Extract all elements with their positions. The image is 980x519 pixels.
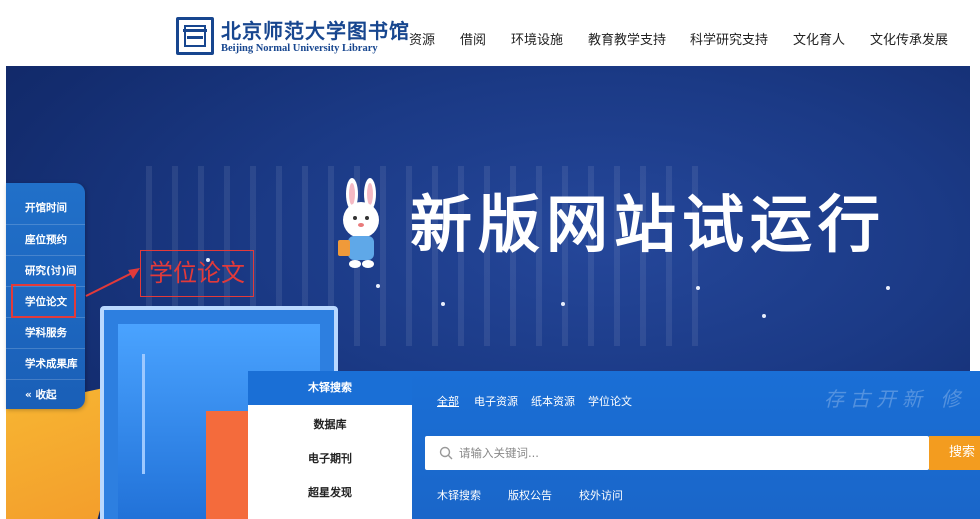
nav-teaching-support[interactable]: 教育教学支持: [588, 29, 666, 48]
link-copyright-notice[interactable]: 版权公告: [508, 487, 552, 503]
filter-print[interactable]: 纸本资源: [531, 393, 575, 409]
rabbit-mascot-icon: [338, 178, 379, 268]
library-seal-icon: [176, 17, 214, 55]
star-decor: [441, 302, 445, 306]
nav-facilities[interactable]: 环境设施: [511, 29, 563, 48]
nav-culture-heritage[interactable]: 文化传承发展: [870, 29, 948, 48]
logo-english-name: Beijing Normal University Library: [221, 43, 378, 54]
filter-electronic[interactable]: 电子资源: [474, 393, 518, 409]
banner-slogan: 新版网站试运行: [410, 188, 887, 261]
tab-databases[interactable]: 数据库: [248, 408, 412, 442]
search-input[interactable]: [459, 436, 919, 470]
nav-culture-education[interactable]: 文化育人: [793, 29, 845, 48]
filter-thesis[interactable]: 学位论文: [588, 393, 632, 409]
search-source-tabs: 木铎搜索 数据库 电子期刊 超星发现: [248, 371, 412, 519]
star-decor: [762, 314, 766, 318]
thesis-callout-label: 学位论文: [140, 250, 254, 297]
filter-all[interactable]: 全部: [437, 393, 459, 409]
link-offcampus-access[interactable]: 校外访问: [579, 487, 623, 503]
side-collapse-button[interactable]: « 收起: [6, 379, 85, 410]
star-decor: [696, 286, 700, 290]
star-decor: [561, 302, 565, 306]
site-header: 北京师范大学图书馆 Beijing Normal University Libr…: [0, 0, 980, 66]
nav-resources[interactable]: 资源: [409, 29, 435, 48]
library-logo[interactable]: 北京师范大学图书馆 Beijing Normal University Libr…: [176, 17, 409, 59]
star-decor: [376, 284, 380, 288]
nav-borrowing[interactable]: 借阅: [460, 29, 486, 48]
search-button[interactable]: 搜索: [929, 436, 980, 470]
logo-chinese-name: 北京师范大学图书馆: [221, 19, 410, 43]
side-item-study-room[interactable]: 研究(讨)间: [6, 255, 85, 286]
search-box: [425, 436, 929, 470]
side-item-seat-booking[interactable]: 座位预约: [6, 224, 85, 255]
callout-arrow-icon: [85, 268, 140, 297]
search-icon: [439, 446, 453, 460]
link-muduo-search[interactable]: 木铎搜索: [437, 487, 481, 503]
star-decor: [886, 286, 890, 290]
side-item-research-repository[interactable]: 学术成果库: [6, 348, 85, 379]
search-panel: 全部 电子资源 纸本资源 学位论文 存古开新 修 搜索 木铎搜索 版权公告 校外…: [412, 371, 980, 519]
tab-ejournals[interactable]: 电子期刊: [248, 442, 412, 476]
motto-watermark: 存古开新 修: [824, 387, 967, 411]
side-item-opening-hours[interactable]: 开馆时间: [6, 193, 85, 224]
side-item-subject-service[interactable]: 学科服务: [6, 317, 85, 348]
thesis-highlight-box: [11, 284, 76, 318]
tab-chaoxing-discovery[interactable]: 超星发现: [248, 476, 412, 510]
nav-research-support[interactable]: 科学研究支持: [690, 29, 768, 48]
tab-muduo-search[interactable]: 木铎搜索: [248, 371, 412, 405]
